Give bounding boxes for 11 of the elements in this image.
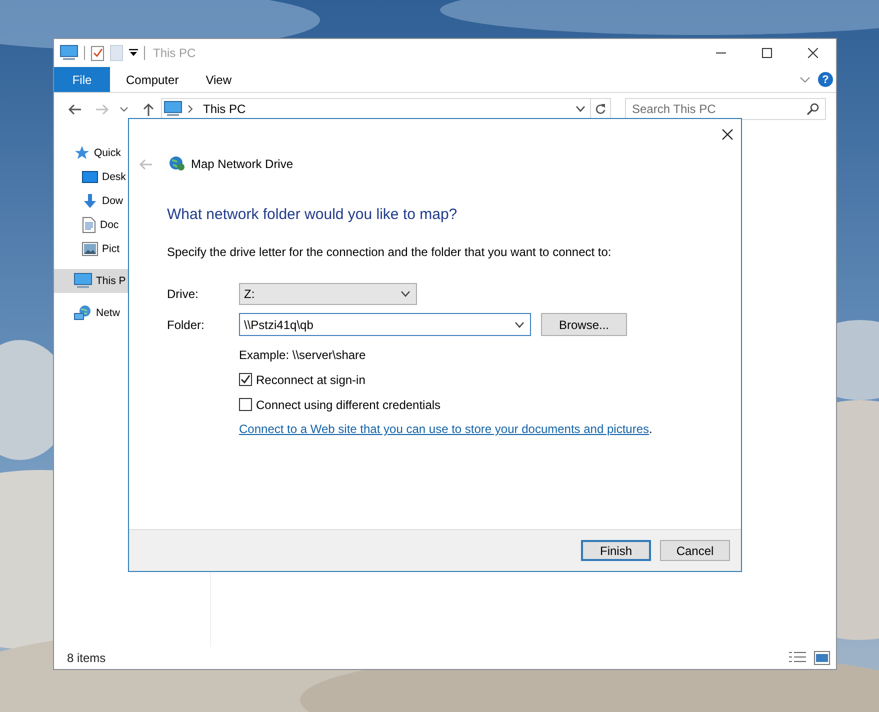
example-text: Example: \\server\share [239,348,367,362]
checkbox-label: Reconnect at sign-in [256,372,366,386]
drive-label: Drive: [167,287,200,301]
instruction-text: Specify the drive letter for the connection and the folder that you want to connect to: [167,245,612,259]
dialog-heading: What network folder would you like to map? [167,206,458,223]
folder-label: Folder: [167,318,206,332]
window-title: This PC [153,46,196,60]
checkbox-label: Connect using different credentials [256,398,441,412]
item-count: 8 items [67,651,106,665]
dialog-title: Map Network Drive [191,157,294,171]
link-sentence: Connect to a Web site that you can use to store your documents and pictures. [239,422,652,436]
